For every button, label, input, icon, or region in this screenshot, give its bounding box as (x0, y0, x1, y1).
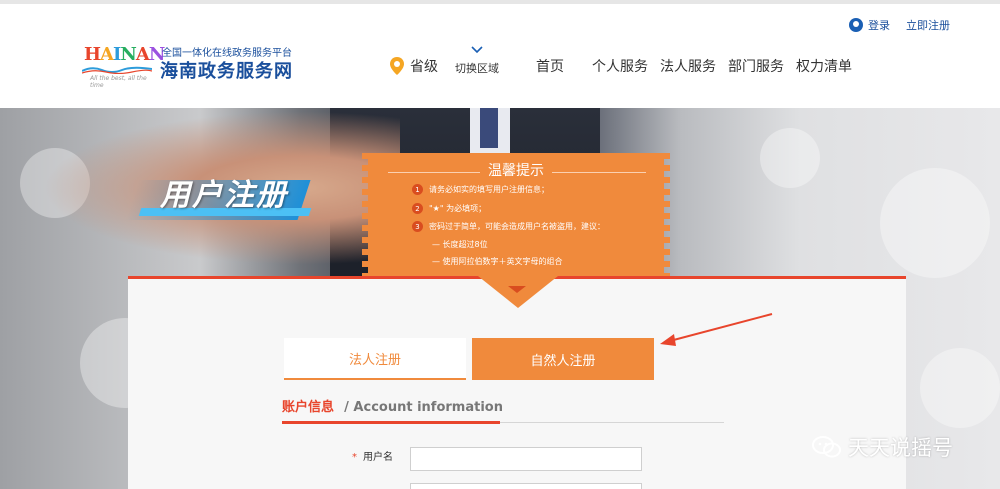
nav-power-list[interactable]: 权力清单 (796, 56, 852, 76)
logo-slogan: All the best, all the time (90, 75, 147, 89)
bokeh-decoration (920, 348, 1000, 428)
hainan-logo[interactable]: HAINAN All the best, all the time (80, 40, 165, 89)
watermark: 天天说摇号 (812, 432, 953, 462)
logo-wordmark: HAINAN (84, 44, 165, 65)
region-label: 省级 (410, 59, 438, 75)
section-title-en: / Account information (344, 400, 503, 415)
annotation-arrow-icon (660, 313, 773, 346)
nav-legal-services[interactable]: 法人服务 (660, 56, 716, 76)
account-info-heading: 账户信息 / Account information (282, 396, 503, 415)
current-region: 省级 (390, 56, 438, 76)
tab-legal-person[interactable]: 法人注册 (284, 338, 466, 380)
page-title: 用户注册 (160, 178, 288, 213)
notice-sub-item: — 使用阿拉伯数字＋英文字母的组合 (432, 257, 563, 266)
chevron-down-icon (471, 46, 483, 54)
next-field-input[interactable] (410, 483, 642, 489)
required-mark: * (352, 452, 357, 463)
username-input[interactable] (410, 447, 642, 471)
nav-personal-services[interactable]: 个人服务 (592, 56, 648, 76)
notice-sub-item: — 长度超过8位 (432, 240, 488, 249)
notice-item: 1 请务必如实的填写用户注册信息； (412, 184, 549, 195)
notice-item: 2 "★" 为必填项； (412, 203, 486, 214)
login-label: 登录 (868, 19, 890, 32)
notice-item: 3 密码过于简单，可能会造成用户名被盗用，建议： (412, 221, 605, 232)
nav-home[interactable]: 首页 (536, 56, 564, 76)
user-icon (849, 18, 863, 32)
tab-natural-person[interactable]: 自然人注册 (472, 338, 654, 380)
panel-pointer-inner (508, 286, 526, 293)
watermark-text: 天天说摇号 (848, 436, 953, 460)
notice-title: 温馨提示 (368, 160, 664, 180)
registration-tabs: 法人注册 自然人注册 (284, 338, 654, 380)
register-link[interactable]: 立即注册 (906, 17, 950, 33)
section-title-cn: 账户信息 (282, 400, 335, 415)
location-pin-icon (390, 57, 404, 75)
site-title[interactable]: 海南政务服务网 (160, 57, 293, 83)
banner-tie (480, 108, 498, 148)
login-link[interactable]: 登录 (849, 17, 890, 33)
bokeh-decoration (880, 168, 990, 278)
auth-bar: 登录 立即注册 (849, 12, 950, 38)
site-header: 登录 立即注册 HAINAN All the best, all the tim… (0, 0, 1000, 108)
username-label: * 用户名 (352, 452, 393, 463)
bokeh-decoration (760, 128, 820, 188)
logo-wave-icon (82, 66, 152, 74)
wechat-icon (812, 436, 841, 458)
switch-region-label: 切换区域 (455, 62, 499, 75)
switch-region-button[interactable]: 切换区域 (452, 46, 502, 76)
main-nav: 首页 个人服务 法人服务 部门服务 权力清单 (536, 56, 852, 76)
nav-department-services[interactable]: 部门服务 (728, 56, 784, 76)
section-underline (282, 421, 500, 424)
